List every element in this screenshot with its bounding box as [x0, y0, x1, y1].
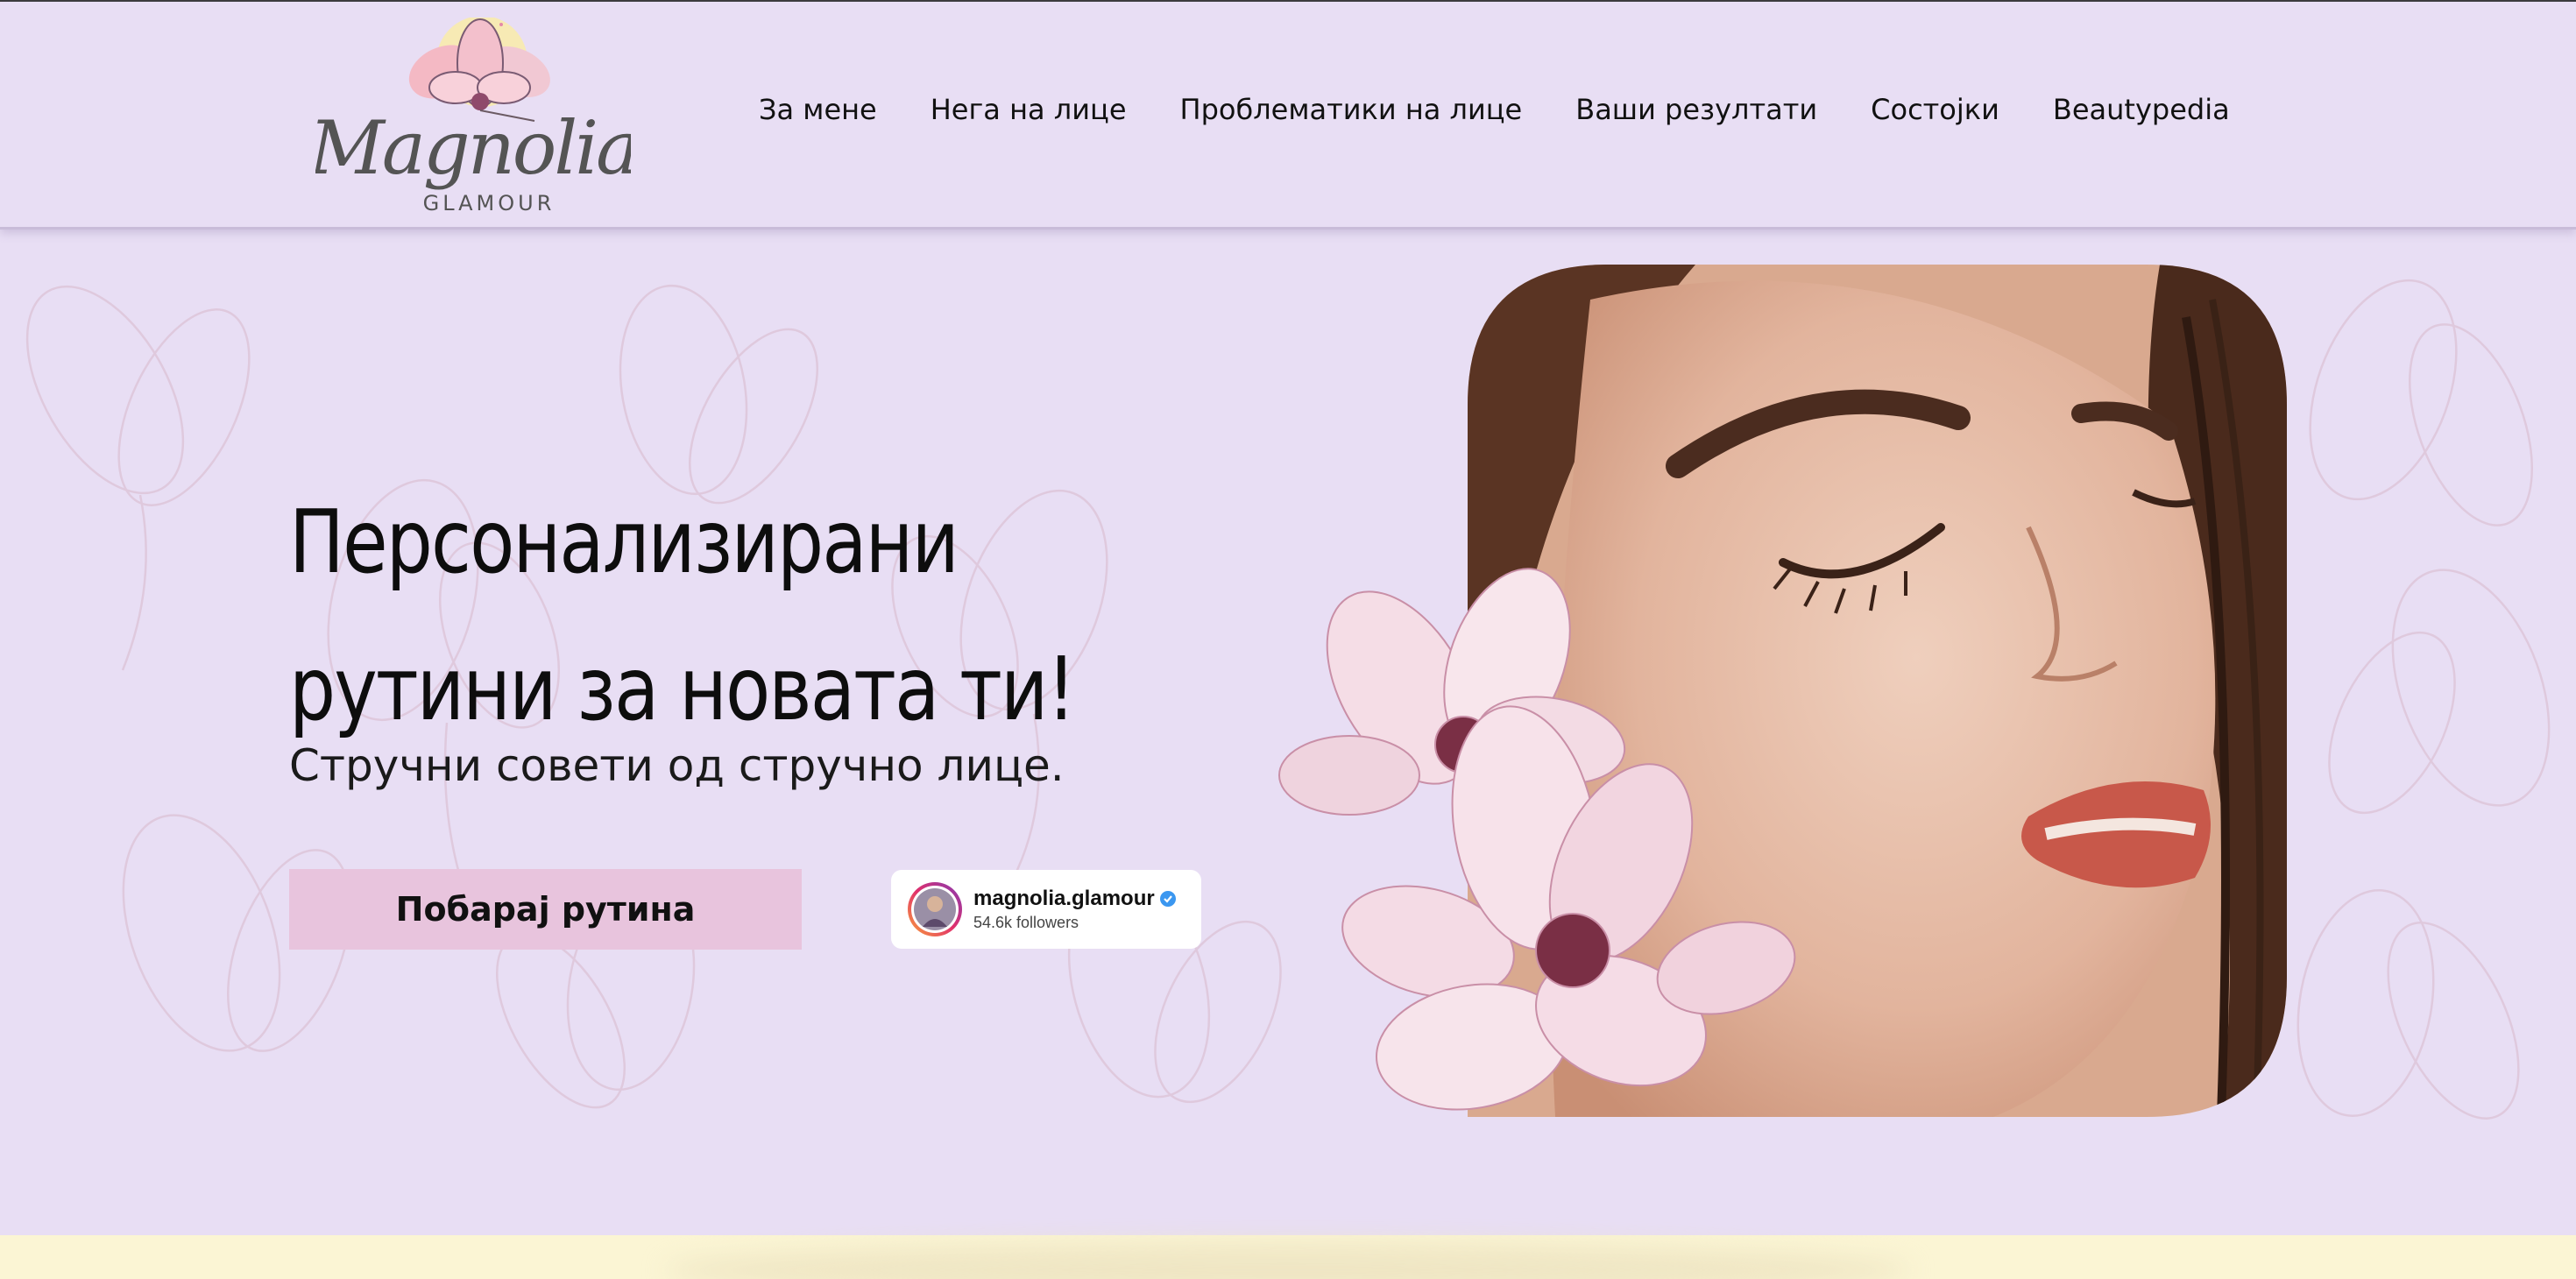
- logo-tagline: GLAMOUR: [423, 191, 556, 216]
- main-navigation: За мене Нега на лице Проблематики на лиц…: [759, 93, 2230, 126]
- strip-shadow: [666, 1244, 1910, 1279]
- nav-item-beautypedia[interactable]: Beautypedia: [2053, 93, 2230, 126]
- hero-title-line-2: рутини за новата ти!: [289, 638, 1076, 740]
- nav-item-sostojki[interactable]: Состојки: [1871, 93, 1999, 126]
- hero-subtitle: Стручни совети од стручно лице.: [289, 740, 1065, 791]
- logo-wordmark: Magnolia: [315, 105, 631, 191]
- hero-title-line-1: Персонализирани: [289, 491, 959, 593]
- nav-item-nega-na-lice[interactable]: Нега на лице: [931, 93, 1127, 126]
- verified-badge-icon: [1159, 891, 1176, 907]
- magnolia-glamour-logo: Magnolia GLAMOUR: [315, 18, 631, 216]
- instagram-followers: 54.6k followers: [973, 914, 1079, 931]
- nav-item-problematiki[interactable]: Проблематики на лице: [1180, 93, 1523, 126]
- next-section-strip: [0, 1235, 2576, 1279]
- nav-item-vashi-rezultati[interactable]: Ваши резултати: [1575, 93, 1817, 126]
- site-header: Magnolia GLAMOUR За мене Нега на лице Пр…: [0, 2, 2576, 230]
- instagram-badge[interactable]: magnolia.glamour 54.6k followers: [891, 870, 1201, 949]
- magnolia-flowers-illustration: [1278, 568, 1796, 1111]
- request-routine-button[interactable]: Побарај рутина: [289, 869, 802, 950]
- instagram-avatar: [908, 882, 962, 936]
- nav-item-za-mene[interactable]: За мене: [759, 93, 877, 126]
- hero-title: Персонализирани рутини за новата ти!: [289, 469, 1185, 763]
- instagram-handle: magnolia.glamour: [973, 887, 1155, 910]
- hero-section: Персонализирани рутини за новата ти! Стр…: [0, 232, 2576, 1235]
